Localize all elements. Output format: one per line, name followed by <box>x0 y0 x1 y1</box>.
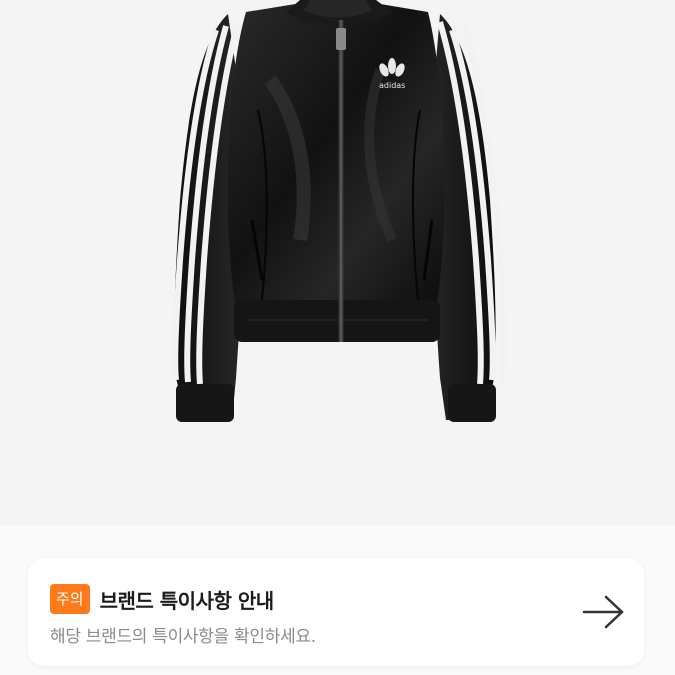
brand-logo-text: adidas <box>379 81 406 90</box>
jacket-illustration <box>172 0 507 422</box>
caution-badge: 주의 <box>50 584 90 614</box>
notice-description: 해당 브랜드의 특이사항을 확인하세요. <box>50 627 316 647</box>
arrow-right-icon[interactable] <box>580 592 628 632</box>
notice-header: 주의 브랜드 특이사항 안내 <box>50 584 274 614</box>
notice-title: 브랜드 특이사항 안내 <box>99 588 275 613</box>
brand-notice-card[interactable]: 주의 브랜드 특이사항 안내 해당 브랜드의 특이사항을 확인하세요. <box>28 558 644 666</box>
product-page: adidas 주의 브랜드 특이사항 안내 해당 브랜드의 특이사항을 확인하세… <box>0 0 675 675</box>
product-image[interactable]: adidas <box>0 0 675 525</box>
